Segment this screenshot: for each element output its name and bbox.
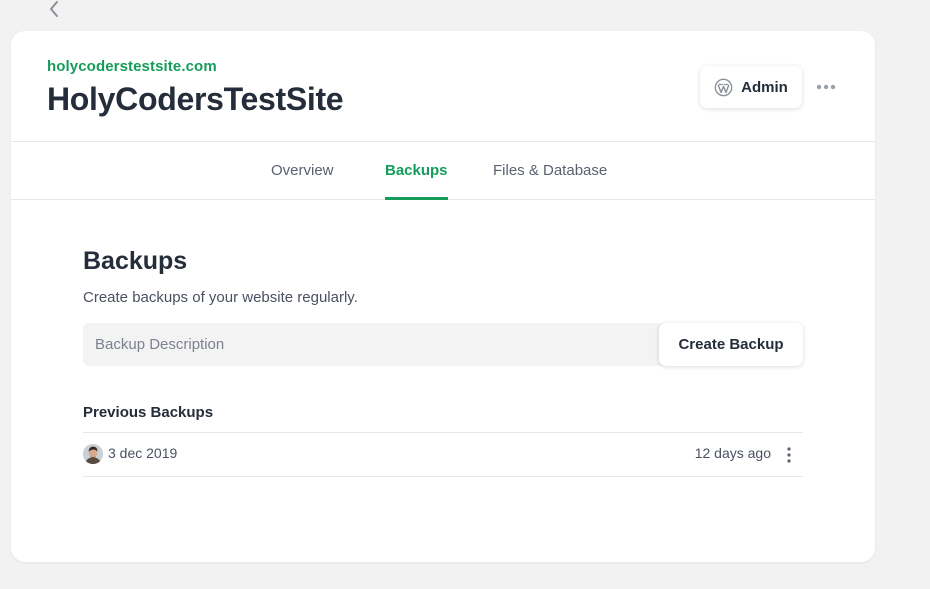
backup-description-input[interactable]	[83, 323, 669, 366]
admin-button[interactable]: Admin	[700, 66, 802, 108]
back-chevron-icon[interactable]	[47, 0, 63, 18]
tab-files-database[interactable]: Files & Database	[493, 142, 607, 199]
site-card: holycoderstestsite.com HolyCodersTestSit…	[11, 31, 875, 562]
user-avatar	[83, 444, 103, 464]
section-title: Backups	[83, 247, 188, 275]
tab-overview[interactable]: Overview	[271, 142, 334, 199]
tab-bar: Overview Backups Files & Database	[11, 142, 875, 200]
backup-relative-time: 12 days ago	[694, 445, 771, 461]
more-vertical-icon[interactable]	[781, 444, 797, 466]
tab-backups[interactable]: Backups	[385, 142, 448, 200]
backup-date: 3 dec 2019	[108, 445, 178, 461]
site-url[interactable]: holycoderstestsite.com	[47, 58, 217, 75]
previous-backups-title: Previous Backups	[83, 404, 214, 421]
section-description: Create backups of your website regularly…	[83, 289, 358, 306]
site-header: holycoderstestsite.com HolyCodersTestSit…	[11, 31, 875, 142]
admin-label: Admin	[741, 78, 788, 96]
backup-list-item[interactable]: 3 dec 2019 12 days ago	[83, 432, 803, 477]
wordpress-icon	[714, 78, 733, 96]
create-backup-button[interactable]: Create Backup	[659, 323, 803, 366]
page-title: HolyCodersTestSite	[47, 81, 344, 117]
more-options-icon[interactable]	[814, 76, 838, 98]
